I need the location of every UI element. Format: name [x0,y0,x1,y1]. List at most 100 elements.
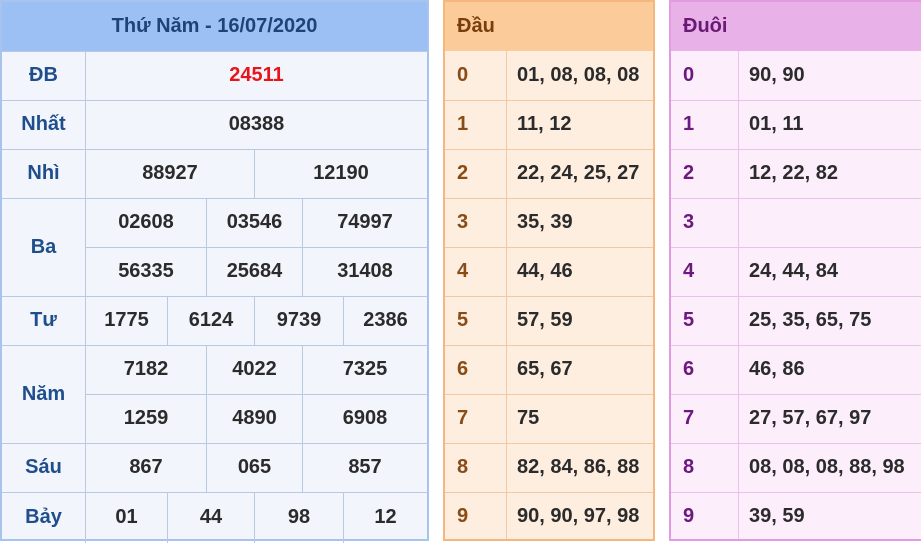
fifth-prize-number: 1259 [123,407,169,429]
digit-key: 6 [683,358,695,380]
third-prize-number: 02608 [118,211,174,233]
digit-values: 12, 22, 82 [749,162,838,184]
fifth-prize-number: 4890 [232,407,277,429]
fourth-prize-number: 9739 [276,309,322,331]
tail-digit-row: 5 25, 35, 65, 75 [671,296,921,345]
head-digit-title: Đầu [457,15,495,37]
fourth-prize-number: 1775 [104,309,149,331]
seventh-prize-number: 01 [115,506,138,528]
digit-key: 1 [683,113,695,135]
sixth-prize-number: 857 [348,456,382,478]
digit-key: 6 [457,358,469,380]
head-digit-row: 6 65, 67 [445,345,653,394]
prize-label-tu: Tư [30,309,57,331]
digit-values: 65, 67 [517,358,573,380]
digit-key: 2 [457,162,469,184]
digit-key: 5 [683,309,695,331]
fifth-prize-number: 4022 [232,358,277,380]
digit-key: 9 [457,505,469,527]
digit-key: 5 [457,309,469,331]
digit-key: 2 [683,162,695,184]
digit-values: 01, 11 [749,113,804,135]
head-digit-row: 1 11, 12 [445,100,653,149]
seventh-prize-number: 44 [199,506,223,528]
tail-digit-row: 9 39, 59 [671,492,921,541]
digit-values: 82, 84, 86, 88 [517,456,640,478]
fourth-prize-number: 2386 [363,309,408,331]
digit-values: 24, 44, 84 [749,260,838,282]
tail-digit-row: 3 [671,198,921,247]
digit-values: 01, 08, 08, 08 [517,64,640,86]
third-prize-number: 25684 [226,260,283,282]
digit-key: 1 [457,113,469,135]
digit-key: 7 [683,407,695,429]
digit-values: 25, 35, 65, 75 [749,309,872,331]
head-digit-row: 4 44, 46 [445,247,653,296]
prize-label-db: ĐB [29,64,58,86]
prize-label-nam: Năm [21,382,66,405]
head-digit-row: 5 57, 59 [445,296,653,345]
digit-key: 4 [683,260,695,282]
seventh-prize-number: 98 [287,506,311,528]
head-digit-row: 7 75 [445,394,653,443]
head-digit-row: 2 22, 24, 25, 27 [445,149,653,198]
third-prize-number: 31408 [337,260,393,282]
tail-digit-title: Đuôi [683,15,728,37]
digit-values: 90, 90, 97, 98 [517,505,640,527]
digit-key: 4 [457,260,469,282]
tail-digit-row: 4 24, 44, 84 [671,247,921,296]
digit-key: 0 [683,64,695,86]
digit-values: 22, 24, 25, 27 [517,162,640,184]
digit-key: 9 [683,505,695,527]
special-prize-number: 24511 [229,64,284,86]
fifth-prize-number: 6908 [342,407,388,429]
head-digit-table: Đầu 0 01, 08, 08, 08 1 11, 12 2 22, 24, 25,… [443,0,655,541]
sixth-prize-number: 867 [129,456,163,478]
prize-label-ba: Ba [30,235,57,258]
prize-label-sau: Sáu [25,456,62,478]
tail-digit-row: 6 46, 86 [671,345,921,394]
digit-key: 3 [683,211,695,233]
head-digit-row: 8 82, 84, 86, 88 [445,443,653,492]
prize-label-nhi: Nhì [27,162,60,184]
digit-key: 8 [457,456,469,478]
head-digit-row: 3 35, 39 [445,198,653,247]
seventh-prize-number: 12 [374,506,397,528]
head-digit-header: Đầu [445,2,653,51]
tail-digit-row: 0 90, 90 [671,51,921,100]
digit-values: 08, 08, 08, 88, 98 [749,456,905,478]
digit-values: 44, 46 [517,260,573,282]
fifth-prize-number: 7325 [342,358,388,380]
digit-values: 57, 59 [517,309,573,331]
digit-key: 3 [457,211,469,233]
tail-digit-row: 7 27, 57, 67, 97 [671,394,921,443]
digit-values: 46, 86 [749,358,805,380]
prize-label-bay: Bảy [25,506,62,528]
head-digit-row: 9 90, 90, 97, 98 [445,492,653,541]
tail-digit-header: Đuôi [671,2,921,51]
digit-key: 0 [457,64,469,86]
digit-values: 75 [517,407,540,429]
third-prize-number: 03546 [226,211,283,233]
first-prize-number: 08388 [228,113,285,135]
digit-values: 27, 57, 67, 97 [749,407,872,429]
fourth-prize-number: 6124 [188,309,234,331]
digit-values: 39, 59 [749,505,805,527]
digit-values: 11, 12 [517,113,572,135]
second-prize-number: 88927 [142,162,198,184]
tail-digit-row: 8 08, 08, 08, 88, 98 [671,443,921,492]
digit-key: 8 [683,456,695,478]
third-prize-number: 74997 [337,211,393,233]
second-prize-number: 12190 [313,162,369,184]
draw-date-title: Thứ Năm - 16/07/2020 [2,2,427,51]
head-digit-row: 0 01, 08, 08, 08 [445,51,653,100]
prize-label-nhat: Nhất [21,113,66,135]
third-prize-number: 56335 [118,260,174,282]
tail-digit-row: 1 01, 11 [671,100,921,149]
fifth-prize-number: 7182 [123,358,169,380]
tail-digit-table: Đuôi 0 90, 90 1 01, 11 2 12, 22, 82 3 4 24, … [669,0,921,541]
sixth-prize-number: 065 [237,456,272,478]
digit-key: 7 [457,407,469,429]
digit-values: 90, 90 [749,64,805,86]
lottery-results-table: Thứ Năm - 16/07/2020 ĐB Nhất Nhì Ba Tư N… [0,0,429,543]
